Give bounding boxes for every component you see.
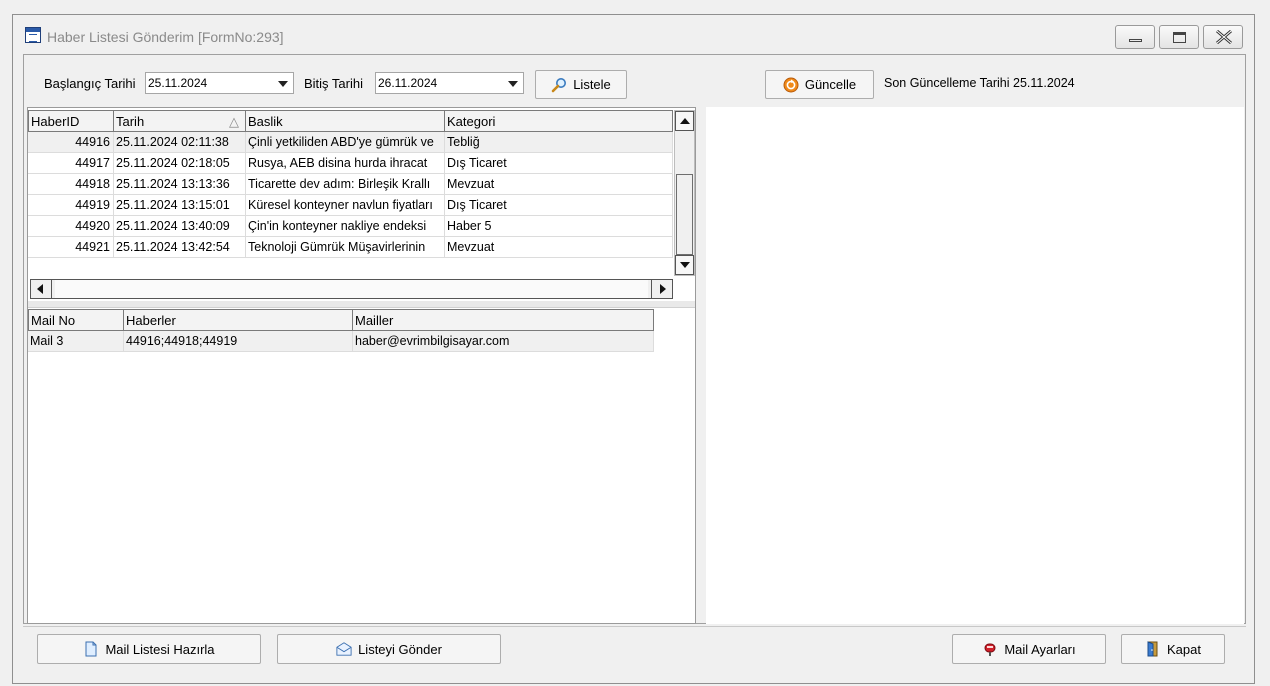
cell-haberid: 44920: [28, 216, 114, 237]
form-icon: [25, 27, 41, 43]
end-date-value: 26.11.2024: [378, 76, 438, 90]
table-row[interactable]: 44920 25.11.2024 13:40:09 Çin'in konteyn…: [28, 216, 673, 237]
sort-ascending-icon: △: [229, 114, 239, 129]
cell-haberler: 44916;44918;44919: [124, 331, 353, 352]
arrow-up-icon: [680, 118, 690, 124]
cell-haberid: 44916: [28, 132, 114, 153]
cell-kategori: Mevzuat: [445, 174, 673, 195]
grid-splitter[interactable]: [28, 301, 695, 308]
horizontal-scrollbar[interactable]: [30, 279, 673, 299]
title-bar: Haber Listesi Gönderim [FormNo:293]: [13, 15, 1254, 53]
cell-baslik: Rusya, AEB disina hurda ihracat: [246, 153, 445, 174]
cell-baslik: Çinli yetkiliden ABD'ye gümrük ve: [246, 132, 445, 153]
cell-kategori: Mevzuat: [445, 237, 673, 258]
cell-haberid: 44917: [28, 153, 114, 174]
magnifier-icon: [551, 77, 567, 92]
cell-kategori: Dış Ticaret: [445, 153, 673, 174]
mailbox-icon: [984, 643, 996, 656]
cell-haberid: 44918: [28, 174, 114, 195]
close-button[interactable]: Kapat: [1121, 634, 1225, 664]
start-date-picker[interactable]: 25.11.2024: [145, 72, 294, 94]
column-header-mail-no[interactable]: Mail No: [28, 309, 124, 331]
send-list-label: Listeyi Gönder: [358, 641, 442, 657]
column-header-baslik[interactable]: Baslik: [246, 110, 445, 132]
cell-haberid: 44919: [28, 195, 114, 216]
cell-kategori: Tebliğ: [445, 132, 673, 153]
envelope-icon: [336, 642, 352, 656]
update-button[interactable]: Güncelle: [765, 70, 874, 99]
refresh-icon: [783, 77, 799, 92]
prepare-mail-list-button[interactable]: Mail Listesi Hazırla: [37, 634, 261, 664]
cell-tarih: 25.11.2024 13:15:01: [114, 195, 246, 216]
cell-baslik: Ticarette dev adım: Birleşik Krallı: [246, 174, 445, 195]
table-row[interactable]: 44918 25.11.2024 13:13:36 Ticarette dev …: [28, 174, 673, 195]
end-date-label: Bitiş Tarihi: [304, 76, 364, 91]
cell-baslik: Çin'in konteyner nakliye endeksi: [246, 216, 445, 237]
cell-kategori: Dış Ticaret: [445, 195, 673, 216]
mail-settings-label: Mail Ayarları: [1004, 641, 1076, 657]
send-list-button[interactable]: Listeyi Gönder: [277, 634, 501, 664]
update-button-label: Güncelle: [804, 77, 857, 92]
vertical-scrollbar[interactable]: [674, 110, 695, 276]
close-button-label: Kapat: [1167, 641, 1201, 657]
list-button-label: Listele: [573, 77, 611, 92]
column-header-kategori[interactable]: Kategori: [445, 110, 673, 132]
table-row[interactable]: Mail 3 44916;44918;44919 haber@evrimbilg…: [28, 331, 654, 352]
cell-haberid: 44921: [28, 237, 114, 258]
table-row[interactable]: 44917 25.11.2024 02:18:05 Rusya, AEB dis…: [28, 153, 673, 174]
window-title: Haber Listesi Gönderim [FormNo:293]: [47, 29, 284, 45]
scroll-left-button[interactable]: [31, 280, 52, 298]
scroll-track[interactable]: [55, 280, 648, 298]
arrow-right-icon: [660, 284, 666, 294]
column-header-haberler[interactable]: Haberler: [124, 309, 353, 331]
column-header-tarih-label: Tarih: [116, 114, 145, 129]
scroll-up-button[interactable]: [675, 111, 694, 131]
chevron-down-icon: [508, 81, 518, 87]
table-row[interactable]: 44921 25.11.2024 13:42:54 Teknoloji Gümr…: [28, 237, 673, 258]
last-update-text: Son Güncelleme Tarihi 25.11.2024: [884, 76, 1075, 90]
scroll-down-button[interactable]: [675, 255, 694, 275]
column-header-tarih[interactable]: Tarih △: [114, 110, 246, 132]
column-header-haberid[interactable]: HaberID: [28, 110, 114, 132]
cell-tarih: 25.11.2024 02:11:38: [114, 132, 246, 153]
close-icon: [1216, 30, 1232, 44]
table-row[interactable]: 44919 25.11.2024 13:15:01 Küresel kontey…: [28, 195, 673, 216]
column-header-mailler[interactable]: Mailler: [353, 309, 654, 331]
door-exit-icon: [1147, 641, 1158, 657]
document-icon: [85, 641, 97, 657]
cell-baslik: Küresel konteyner navlun fiyatları: [246, 195, 445, 216]
scroll-thumb[interactable]: [676, 174, 693, 255]
right-pane: [706, 107, 1244, 624]
scroll-right-button[interactable]: [651, 280, 672, 298]
cell-tarih: 25.11.2024 13:13:36: [114, 174, 246, 195]
list-button[interactable]: Listele: [535, 70, 627, 99]
mail-settings-button[interactable]: Mail Ayarları: [952, 634, 1106, 664]
maximize-button[interactable]: [1159, 25, 1199, 49]
cell-tarih: 25.11.2024 02:18:05: [114, 153, 246, 174]
form-body: Başlangıç Tarihi 25.11.2024 Bitiş Tarihi…: [23, 54, 1246, 624]
left-pane: HaberID Tarih △ Baslik Kategori 44916 25…: [27, 107, 696, 624]
prepare-mail-list-label: Mail Listesi Hazırla: [105, 641, 215, 657]
table-row[interactable]: 44916 25.11.2024 02:11:38 Çinli yetkilid…: [28, 132, 673, 153]
cell-mail-no: Mail 3: [28, 331, 124, 352]
start-date-value: 25.11.2024: [148, 76, 208, 90]
close-window-button[interactable]: [1203, 25, 1243, 49]
cell-tarih: 25.11.2024 13:42:54: [114, 237, 246, 258]
cell-baslik: Teknoloji Gümrük Müşavirlerinin: [246, 237, 445, 258]
cell-tarih: 25.11.2024 13:40:09: [114, 216, 246, 237]
end-date-picker[interactable]: 26.11.2024: [375, 72, 524, 94]
footer-bar: Mail Listesi Hazırla Listeyi Gönder Mail…: [23, 626, 1246, 682]
start-date-label: Başlangıç Tarihi: [44, 76, 136, 91]
arrow-down-icon: [680, 262, 690, 268]
minimize-button[interactable]: [1115, 25, 1155, 49]
chevron-down-icon: [278, 81, 288, 87]
cell-kategori: Haber 5: [445, 216, 673, 237]
main-window: Haber Listesi Gönderim [FormNo:293] Başl…: [12, 14, 1255, 684]
arrow-left-icon: [37, 284, 43, 294]
cell-mailler: haber@evrimbilgisayar.com: [353, 331, 654, 352]
